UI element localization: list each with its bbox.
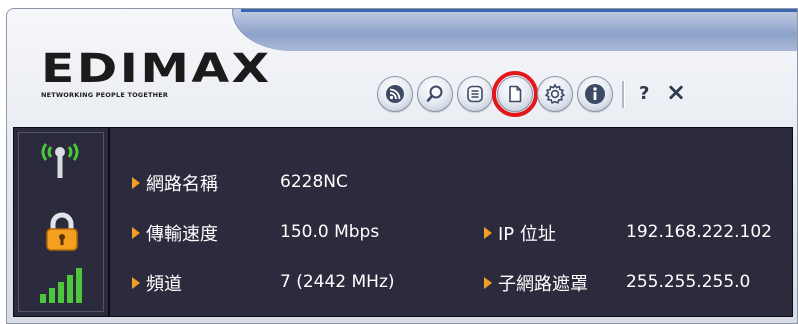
list-button[interactable] bbox=[457, 76, 493, 112]
bullet-icon bbox=[132, 177, 140, 189]
search-icon bbox=[426, 85, 443, 102]
signal-strength-icon bbox=[40, 268, 82, 303]
toolbar-divider bbox=[622, 81, 625, 108]
status-icon-column bbox=[14, 128, 110, 316]
info-button[interactable] bbox=[577, 76, 613, 112]
highlight-ring bbox=[492, 71, 538, 117]
logo-tagline: NETWORKING PEOPLE TOGETHER bbox=[41, 91, 169, 99]
signal-antenna-icon bbox=[41, 143, 79, 178]
ip-label: IP 位址 bbox=[498, 224, 556, 245]
utility-window: EDIMAX NETWORKING PEOPLE TOGETHER ? × 網路… bbox=[6, 8, 798, 324]
channel-value: 7 (2442 MHz) bbox=[280, 272, 395, 292]
settings-button[interactable] bbox=[537, 76, 573, 112]
channel-label: 頻道 bbox=[146, 274, 182, 295]
bullet-icon bbox=[132, 227, 140, 239]
title-band bbox=[232, 9, 797, 51]
lock-icon bbox=[46, 212, 78, 251]
rss-button[interactable] bbox=[377, 76, 413, 112]
close-button[interactable]: × bbox=[666, 78, 686, 106]
network-name-label: 網路名稱 bbox=[146, 174, 218, 195]
rss-icon bbox=[386, 85, 404, 103]
edimax-logo: EDIMAX NETWORKING PEOPLE TOGETHER bbox=[41, 49, 269, 99]
speed-label: 傳輸速度 bbox=[146, 224, 218, 245]
bullet-icon bbox=[132, 277, 140, 289]
info-icon bbox=[585, 84, 605, 104]
ip-value: 192.168.222.102 bbox=[626, 222, 773, 242]
bullet-icon bbox=[484, 227, 492, 239]
status-panel: 網路名稱 6228NC 傳輸速度 150.0 Mbps IP 位址 192.16… bbox=[13, 127, 793, 317]
network-name-value: 6228NC bbox=[280, 172, 348, 192]
help-button[interactable]: ? bbox=[639, 80, 649, 108]
speed-value: 150.0 Mbps bbox=[280, 222, 380, 242]
search-button[interactable] bbox=[417, 76, 453, 112]
logo-wordmark: EDIMAX bbox=[41, 46, 272, 92]
subnet-label: 子網路遮罩 bbox=[498, 274, 588, 295]
list-icon bbox=[467, 85, 483, 103]
subnet-value: 255.255.255.0 bbox=[626, 272, 751, 292]
bullet-icon bbox=[484, 277, 492, 289]
gear-icon bbox=[544, 83, 566, 104]
